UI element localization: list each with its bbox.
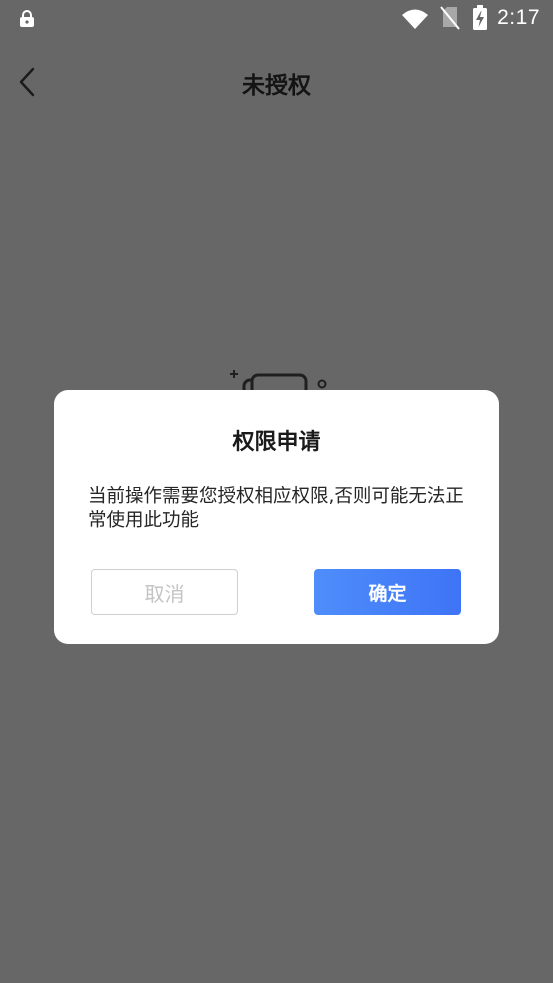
battery-charging-icon bbox=[473, 5, 487, 30]
status-bar: 2:17 bbox=[0, 0, 553, 38]
permission-dialog: 权限申请 当前操作需要您授权相应权限,否则可能无法正常使用此功能 取消 确定 bbox=[54, 390, 499, 644]
lock-icon bbox=[20, 10, 34, 27]
no-sim-icon bbox=[440, 6, 460, 30]
confirm-button[interactable]: 确定 bbox=[314, 569, 461, 615]
dialog-message: 当前操作需要您授权相应权限,否则可能无法正常使用此功能 bbox=[88, 486, 464, 531]
page-title: 未授权 bbox=[242, 73, 311, 99]
confirm-button-label: 确定 bbox=[368, 582, 407, 605]
dialog-title: 权限申请 bbox=[232, 430, 321, 455]
status-time: 2:17 bbox=[497, 6, 540, 29]
cancel-button[interactable]: 取消 bbox=[91, 569, 238, 615]
wifi-icon bbox=[402, 9, 428, 29]
cancel-button-label: 取消 bbox=[144, 581, 185, 606]
app-header: 未授权 bbox=[0, 38, 553, 128]
